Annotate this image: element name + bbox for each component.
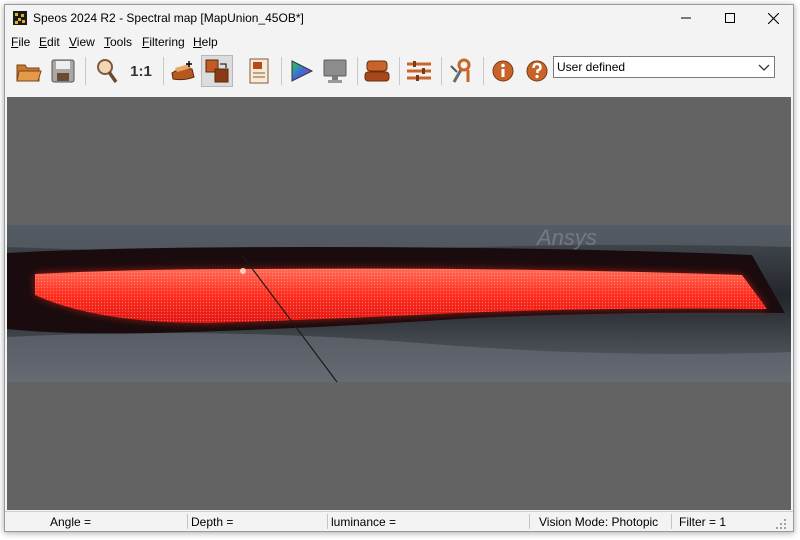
resize-grip-icon[interactable]: [775, 518, 787, 530]
menu-bar: File Edit View Tools Filtering Help: [5, 33, 793, 51]
spectral-map-viewport[interactable]: Ansys: [7, 97, 791, 510]
tools-icon: [450, 58, 471, 83]
sliders-icon: [407, 61, 431, 81]
tools-button[interactable]: [445, 55, 477, 87]
taillight-image: Ansys: [7, 225, 791, 383]
document-button[interactable]: [243, 55, 275, 87]
close-icon: [767, 12, 779, 24]
save-icon: [51, 59, 75, 83]
speos-app-icon: [13, 11, 27, 25]
luminance-status: luminance =: [331, 515, 397, 529]
maximize-button[interactable]: [708, 5, 752, 31]
chevron-down-icon: [758, 64, 770, 71]
minimize-icon: [681, 17, 691, 19]
toolbar: 1:1 User defined: [5, 51, 793, 91]
menu-file[interactable]: File: [11, 35, 30, 49]
color-button[interactable]: [285, 55, 317, 87]
monitor-button[interactable]: [319, 55, 351, 87]
hand-icon: [171, 61, 195, 81]
help-button[interactable]: [521, 55, 553, 87]
color-triangle-icon: [291, 60, 314, 82]
filter-status: Filter = 1: [679, 515, 727, 529]
zoom-1-1-button[interactable]: 1:1: [125, 55, 157, 87]
pan-button[interactable]: [167, 55, 199, 87]
status-bar: Angle = Depth = luminance = Vision Mode:…: [5, 511, 793, 531]
close-button[interactable]: [751, 5, 793, 31]
menu-edit[interactable]: Edit: [39, 35, 60, 49]
title-bar: Speos 2024 R2 - Spectral map [MapUnion_4…: [5, 5, 793, 31]
display-mode-value: User defined: [557, 60, 626, 74]
ansys-watermark: Ansys: [535, 225, 597, 250]
menu-help[interactable]: Help: [193, 35, 218, 49]
document-icon: [249, 58, 269, 84]
info-icon: [492, 60, 514, 82]
open-folder-icon: [16, 64, 42, 82]
zoom-icon: [97, 59, 118, 84]
monitor-icon: [323, 59, 347, 83]
open-button[interactable]: [13, 55, 45, 87]
menu-tools[interactable]: Tools: [104, 35, 132, 49]
menu-filtering[interactable]: Filtering: [142, 35, 185, 49]
lamp-button[interactable]: [361, 55, 393, 87]
depth-status: Depth =: [191, 515, 234, 529]
maximize-icon: [725, 13, 735, 23]
zoom-button[interactable]: [91, 55, 123, 87]
app-window: Speos 2024 R2 - Spectral map [MapUnion_4…: [4, 4, 794, 532]
save-button[interactable]: [47, 55, 79, 87]
menu-view[interactable]: View: [69, 35, 95, 49]
lamp-icon: [364, 60, 390, 82]
layers-icon: [205, 59, 229, 83]
display-mode-dropdown[interactable]: User defined: [553, 56, 775, 78]
angle-status: Angle =: [50, 515, 92, 529]
settings-button[interactable]: [403, 55, 435, 87]
zoom-1-1-label: 1:1: [130, 62, 152, 80]
vision-mode-status: Vision Mode: Photopic: [539, 515, 659, 529]
layers-button[interactable]: [201, 55, 233, 87]
window-title: Speos 2024 R2 - Spectral map [MapUnion_4…: [33, 11, 304, 25]
info-button[interactable]: [487, 55, 519, 87]
help-icon: [526, 60, 548, 82]
minimize-button[interactable]: [664, 5, 708, 31]
